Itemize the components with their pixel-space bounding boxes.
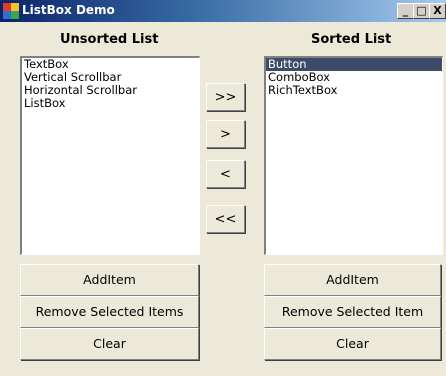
unsorted-listbox[interactable]: TextBox Vertical Scrollbar Horizontal Sc… bbox=[20, 56, 200, 255]
move-all-right-button[interactable]: >> bbox=[206, 83, 245, 111]
close-button[interactable]: X bbox=[429, 3, 446, 19]
right-remove-selected-button[interactable]: Remove Selected Item bbox=[264, 296, 441, 328]
app-window-icon bbox=[3, 3, 19, 19]
list-item[interactable]: ListBox bbox=[22, 97, 199, 110]
left-clear-button[interactable]: Clear bbox=[20, 328, 199, 360]
title-bar[interactable]: ListBox Demo _ □ X bbox=[0, 0, 446, 22]
list-item[interactable]: RichTextBox bbox=[266, 84, 442, 97]
move-all-left-button[interactable]: << bbox=[206, 205, 245, 233]
maximize-button[interactable]: □ bbox=[413, 3, 430, 19]
sorted-list-heading: Sorted List bbox=[311, 32, 392, 47]
sorted-listbox[interactable]: Button ComboBox RichTextBox bbox=[264, 56, 443, 255]
left-add-item-button[interactable]: AddItem bbox=[20, 264, 199, 296]
right-clear-button[interactable]: Clear bbox=[264, 328, 441, 360]
listbox-demo-window: ListBox Demo _ □ X Unsorted List TextBox… bbox=[0, 0, 446, 376]
left-remove-selected-button[interactable]: Remove Selected Items bbox=[20, 296, 199, 328]
minimize-button[interactable]: _ bbox=[397, 3, 414, 19]
unsorted-list-heading: Unsorted List bbox=[60, 32, 159, 47]
move-left-button[interactable]: < bbox=[206, 160, 245, 188]
right-add-item-button[interactable]: AddItem bbox=[264, 264, 441, 296]
move-right-button[interactable]: > bbox=[206, 120, 245, 148]
window-title: ListBox Demo bbox=[22, 3, 115, 17]
